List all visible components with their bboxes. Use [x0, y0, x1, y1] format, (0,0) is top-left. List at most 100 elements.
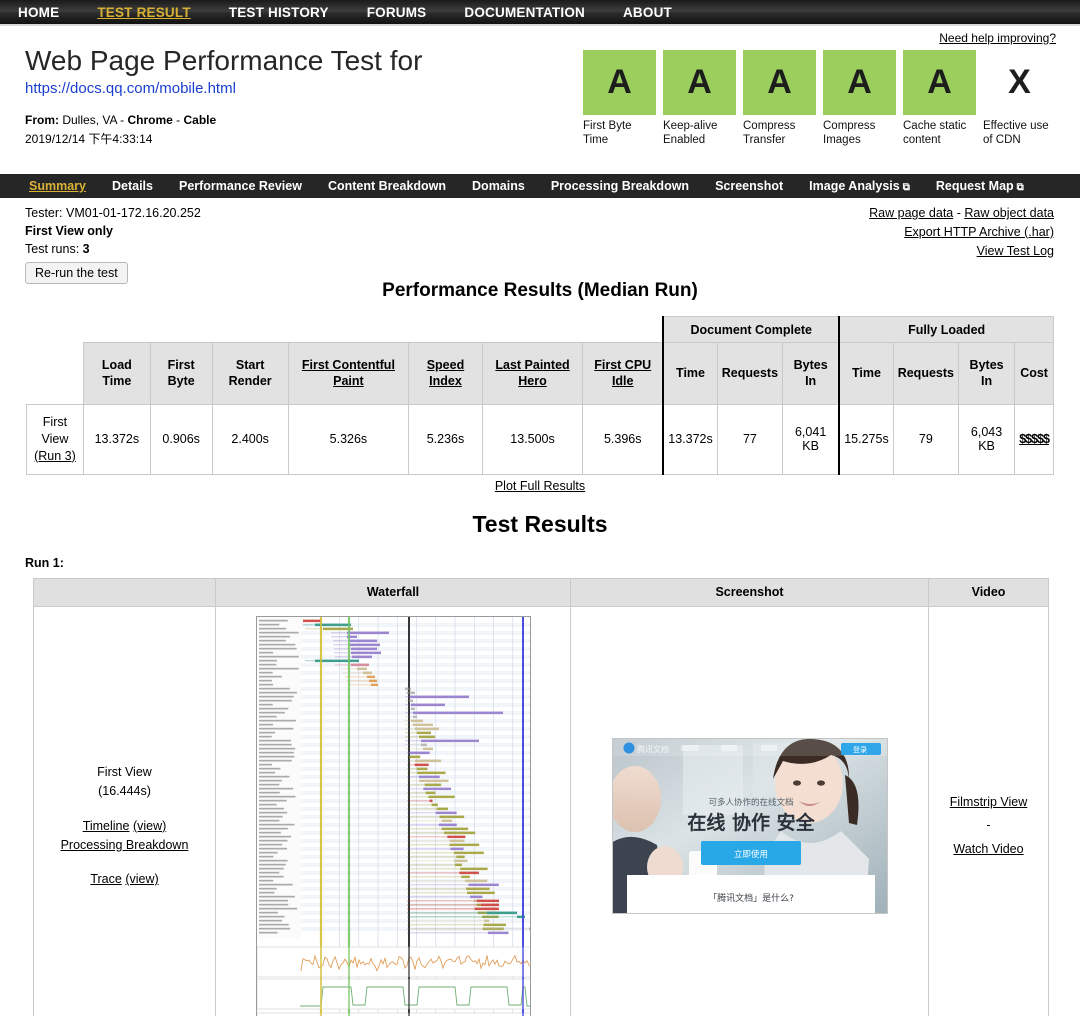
grade-box-0[interactable]: A	[583, 50, 656, 115]
thumb-brand: 腾讯文档	[637, 744, 669, 754]
column-header-speed-index-4: Speed Index	[408, 342, 483, 405]
trace-view-link[interactable]: (view)	[125, 872, 158, 886]
need-help-improving-link[interactable]: Need help improving?	[939, 31, 1056, 45]
raw-object-data-link[interactable]: Raw object data	[964, 206, 1054, 220]
timeline-view-link[interactable]: (view)	[133, 819, 166, 833]
raw-page-data-link[interactable]: Raw page data	[869, 206, 953, 220]
performance-results-table: Document Complete Fully Loaded Load Time F…	[26, 316, 1055, 475]
cell-value-11: 79	[892, 404, 959, 475]
tab-request-map[interactable]: Request Map ⧉	[923, 179, 1037, 193]
grade-box-2[interactable]: A	[743, 50, 816, 115]
tab-label: Summary	[29, 179, 86, 193]
tester-value: VM01-01-172.16.20.252	[66, 206, 201, 220]
column-header-requests-8: Requests	[716, 342, 784, 405]
run-number-link[interactable]: (Run 3)	[34, 449, 76, 463]
grade-label-0: First Byte Time	[583, 120, 632, 147]
tested-url-link[interactable]: https://docs.qq.com/mobile.html	[25, 80, 236, 97]
grade-column-2: A Compress Transfer	[743, 50, 816, 147]
tab-details[interactable]: Details	[99, 179, 166, 193]
cost-link[interactable]: $$$$$	[1019, 432, 1050, 446]
cell-value-5: 13.500s	[481, 404, 584, 475]
timeline-link[interactable]: Timeline	[83, 819, 130, 833]
tab-screenshot[interactable]: Screenshot	[702, 179, 796, 193]
run-table-header-row: Waterfall Screenshot Video	[33, 577, 1049, 607]
cell-value-12: 6,043 KB	[957, 404, 1016, 475]
column-header-first-byte-1: First Byte	[149, 342, 213, 405]
tab-label: Details	[111, 179, 153, 193]
waterfall-cell[interactable]	[215, 605, 571, 1016]
screenshot-cell[interactable]: 腾讯文档 登录 可多人协作的在线文档 在线 协作 安全 立即使用 「腾讯文档」是…	[570, 605, 929, 1016]
view-test-log-link[interactable]: View Test Log	[977, 244, 1054, 258]
page-screenshot-thumbnail[interactable]: 腾讯文档 登录 可多人协作的在线文档 在线 协作 安全 立即使用 「腾讯文档」是…	[611, 738, 888, 915]
grade-column-4: A Cache static content	[903, 50, 976, 147]
cell-cost: $$$$$	[1014, 404, 1054, 475]
group-row-spacer	[27, 317, 664, 343]
trace-link[interactable]: Trace	[90, 872, 122, 886]
topnav-item-about[interactable]: ABOUT	[623, 5, 672, 20]
column-header-bytes-in-9: Bytes In	[782, 342, 840, 405]
waterfall-chart[interactable]	[255, 616, 531, 1016]
run-results-table: Waterfall Screenshot Video First View (1…	[33, 577, 1049, 1016]
topnav-item-documentation[interactable]: DOCUMENTATION	[464, 5, 585, 20]
cell-value-2: 2.400s	[211, 404, 289, 475]
view-log-line: View Test Log	[869, 242, 1054, 261]
column-header-text[interactable]: Speed Index	[427, 358, 465, 388]
tab-image-analysis[interactable]: Image Analysis ⧉	[796, 179, 923, 193]
grade-column-5: X Effective use of CDN	[983, 50, 1056, 147]
table-row: First View (16.444s) Timeline (view) Pro…	[33, 605, 1049, 1016]
column-header-text: Bytes In	[969, 357, 1004, 388]
external-link-icon: ⧉	[1016, 182, 1024, 193]
row-label-line2: (Run 3)	[31, 448, 79, 465]
plot-full-results-link[interactable]: Plot Full Results	[495, 479, 585, 493]
tab-label: Content Breakdown	[327, 179, 447, 193]
column-header-first-cpu-idle-6: First CPU Idle	[582, 342, 664, 405]
column-header-text[interactable]: First CPU Idle	[594, 358, 651, 388]
grade-column-0: A First Byte Time	[583, 50, 656, 147]
grade-label-1: Keep-alive Enabled	[663, 120, 718, 147]
column-header-video: Video	[928, 577, 1049, 607]
processing-breakdown-link[interactable]: Processing Breakdown	[61, 838, 189, 852]
grade-box-5[interactable]: X	[983, 50, 1056, 115]
browser-name: Chrome	[127, 112, 173, 127]
watch-video-row: Watch Video	[930, 838, 1047, 862]
filmstrip-view-link[interactable]: Filmstrip View	[950, 795, 1028, 809]
column-header-time-10: Time	[838, 342, 894, 405]
tab-performance-review[interactable]: Performance Review	[166, 179, 315, 193]
test-runs-value: 3	[82, 242, 90, 257]
video-separator: -	[986, 818, 991, 833]
cell-value-9: 6,041 KB	[782, 404, 840, 475]
column-header-time-7: Time	[662, 342, 718, 405]
results-tab-bar: Summary Details Performance Review Content …	[0, 174, 1080, 198]
grade-label-5: Effective use of CDN	[983, 120, 1049, 147]
thumb-headline: 在线 协作 安全	[687, 811, 815, 834]
from-separator-1: -	[116, 112, 128, 127]
tab-content-breakdown[interactable]: Content Breakdown	[315, 179, 459, 193]
grade-label-2: Compress Transfer	[743, 120, 796, 147]
column-header-text[interactable]: First Contentful Paint	[302, 358, 395, 388]
connection-type: Cable	[183, 112, 217, 127]
grade-box-4[interactable]: A	[903, 50, 976, 115]
cell-value-1: 0.906s	[149, 404, 213, 475]
topnav-item-home[interactable]: HOME	[18, 5, 59, 20]
watch-video-link[interactable]: Watch Video	[953, 842, 1023, 856]
column-header-text[interactable]: Last Painted Hero	[495, 358, 569, 388]
column-header-first-contentful-paint-3: First Contentful Paint	[287, 342, 410, 405]
thumb-tagline: 可多人协作的在线文档	[708, 797, 793, 808]
top-navigation-bar: HOME TEST RESULT TEST HISTORY FORUMS DOCUMEN…	[0, 0, 1080, 26]
column-header-load-time-0: Load Time	[82, 342, 151, 405]
re-run-test-button[interactable]: Re-run the test	[25, 262, 128, 285]
tab-summary[interactable]: Summary	[16, 179, 99, 193]
tab-processing-breakdown[interactable]: Processing Breakdown	[538, 179, 702, 193]
topnav-item-forums[interactable]: FORUMS	[367, 5, 427, 20]
export-har-link[interactable]: Export HTTP Archive (.har)	[904, 225, 1054, 239]
topnav-item-test-result[interactable]: TEST RESULT	[97, 5, 190, 20]
test-runs-label: Test runs:	[25, 242, 80, 257]
page-header: Web Page Performance Test for https://do…	[0, 26, 1080, 174]
tab-domains[interactable]: Domains	[459, 179, 538, 193]
group-header-fully-loaded: Fully Loaded	[838, 316, 1055, 343]
grade-box-1[interactable]: A	[663, 50, 736, 115]
topnav-item-test-history[interactable]: TEST HISTORY	[229, 5, 329, 20]
grade-box-3[interactable]: A	[823, 50, 896, 115]
